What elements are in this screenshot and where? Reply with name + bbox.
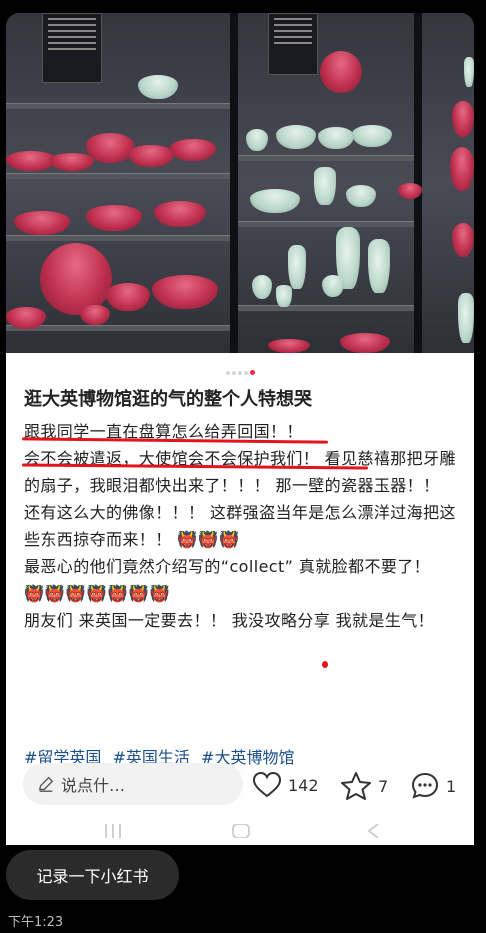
museum-label-plaque — [268, 13, 318, 75]
comment-button[interactable]: 1 — [410, 771, 456, 801]
red-dot-annotation — [322, 661, 328, 668]
post-card: 逛大英博物馆逛的气的整个人特想哭 跟我同学一直在盘算怎么给弄回国！！ 会不会被遣… — [6, 13, 474, 845]
museum-label-plaque — [42, 13, 102, 83]
post-paragraph: 最恶心的他们竟然介绍写的“collect” 真就脸都不要了！ — [24, 557, 431, 576]
toast-text: 记录一下小红书 — [36, 867, 149, 886]
celadon-vase — [458, 293, 474, 343]
comment-count: 1 — [446, 776, 457, 796]
recents-icon[interactable] — [104, 824, 122, 838]
pagination-dot[interactable] — [225, 370, 230, 375]
chat-bubble-icon — [411, 772, 439, 799]
post-title: 逛大英博物馆逛的气的整个人特想哭 — [24, 389, 312, 410]
system-nav-bar — [6, 816, 474, 845]
post-paragraph: 朋友们 来英国一定要去！！ 我没攻略分享 我就是生气！ — [24, 611, 435, 630]
post-image[interactable] — [6, 13, 474, 353]
like-button[interactable]: 142 — [252, 771, 319, 799]
like-count: 142 — [288, 775, 319, 795]
celadon-vase — [368, 239, 390, 293]
celadon-vase — [276, 285, 292, 307]
heart-icon — [252, 771, 282, 798]
shelf — [6, 173, 230, 179]
comment-placeholder: 说点什… — [61, 776, 126, 795]
post-body: 跟我同学一直在盘算怎么给弄回国！！ 会不会被遣返，大使馆会不会保护我们！ 看见慈… — [24, 418, 460, 634]
celadon-vase — [464, 57, 474, 87]
shelf — [238, 155, 414, 161]
comment-input[interactable]: 说点什… — [23, 763, 243, 805]
shelf — [238, 305, 414, 311]
favorite-button[interactable]: 7 — [340, 771, 388, 801]
pagination-dot[interactable] — [237, 370, 242, 375]
shelf — [238, 221, 414, 227]
red-dish — [40, 243, 112, 315]
home-icon[interactable] — [232, 824, 250, 838]
angry-emoji-group: 👹👹👹 — [177, 530, 240, 549]
pen-icon — [38, 776, 54, 792]
toast-message: 记录一下小红书 — [6, 850, 179, 900]
pagination-dot[interactable] — [231, 370, 236, 375]
shelf — [6, 235, 230, 241]
image-pagination-dots — [6, 362, 474, 375]
case-frame — [230, 13, 238, 353]
celadon-vase — [288, 245, 306, 289]
post-paragraph: 会不会被遣返，大使馆会不会保护我们！ 看见慈禧那把牙雕的扇子，我眼泪都快出来了！… — [24, 449, 456, 549]
pagination-dot[interactable] — [243, 370, 248, 375]
star-icon — [341, 772, 371, 800]
back-icon[interactable] — [366, 824, 380, 838]
shelf — [6, 103, 230, 109]
celadon-vase — [314, 167, 336, 205]
angry-emoji-group: 👹👹👹👹👹👹👹 — [24, 584, 171, 603]
red-dish — [320, 51, 362, 93]
favorite-count: 7 — [378, 776, 389, 796]
pagination-dot-active[interactable] — [249, 370, 255, 375]
timestamp: 下午1:23 — [8, 915, 64, 930]
